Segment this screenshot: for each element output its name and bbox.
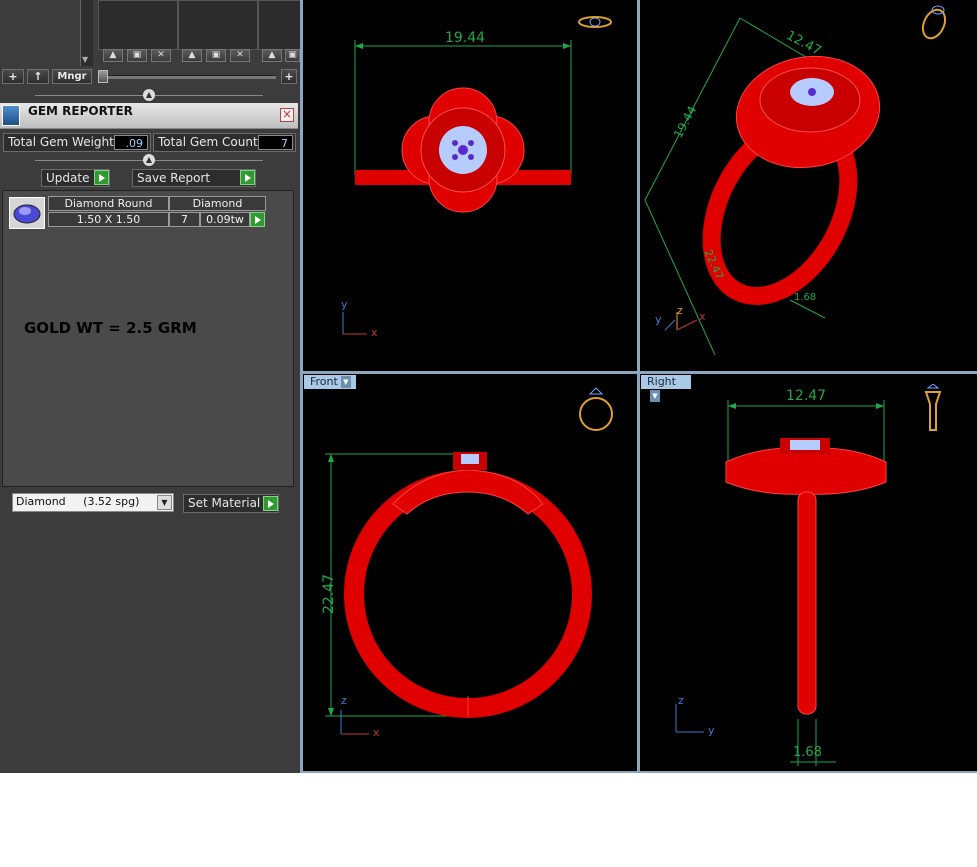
slider-handle[interactable] <box>98 70 108 83</box>
move-up-icon-3[interactable]: ▲ <box>262 49 282 62</box>
zoom-slider[interactable] <box>98 69 278 84</box>
left-panel: ▼ ▲ ▣ ✕ ▲ ▣ ✕ ▲ ▣ + ↑ Mngr + ▲ GEM REPOR… <box>0 0 302 773</box>
swatch-panel-1 <box>98 0 178 50</box>
save-report-go-icon[interactable] <box>240 170 255 185</box>
swatch-panel-2 <box>178 0 258 50</box>
axis-x-label: x <box>373 726 380 739</box>
chevron-down-icon[interactable]: ▼ <box>650 390 660 402</box>
scroll-down-icon[interactable]: ▼ <box>82 56 90 64</box>
move-up-icon[interactable]: ▲ <box>103 49 123 62</box>
axis-y-label: y <box>708 724 715 737</box>
add-button[interactable]: + <box>2 69 24 84</box>
set-material-go-icon[interactable] <box>263 496 278 511</box>
up-arrow-button[interactable]: ↑ <box>27 69 49 84</box>
cell-size: 1.50 X 1.50 <box>48 212 169 227</box>
axis-z-label: z <box>677 304 683 317</box>
top-view-drawing <box>342 40 572 335</box>
ring-top-icon[interactable] <box>577 14 613 30</box>
delete-icon-2[interactable]: ✕ <box>230 49 250 62</box>
top-dimension-label: 19.44 <box>445 30 486 46</box>
ring-perspective-icon[interactable] <box>918 0 950 42</box>
material-select[interactable]: Diamond (3.52 spg) ▼ <box>12 493 174 512</box>
close-icon[interactable]: × <box>280 108 294 122</box>
front-view-tab[interactable]: Front ▼ <box>304 375 356 389</box>
round-diamond-icon <box>13 204 41 224</box>
save-icon-3[interactable]: ▣ <box>285 49 300 62</box>
save-icon[interactable]: ▣ <box>127 49 147 62</box>
manager-button[interactable]: Mngr <box>52 69 92 84</box>
viewport-right[interactable]: Right ▼ 12.47 1.68 z y <box>640 374 977 771</box>
row-go-icon[interactable] <box>250 212 265 227</box>
collapse-icon[interactable]: ▲ <box>143 89 155 101</box>
right-view-tab[interactable]: Right ▼ <box>641 375 691 402</box>
chevron-down-icon[interactable]: ▼ <box>340 376 351 388</box>
col-header-material: Diamond <box>169 196 266 211</box>
material-select-value: Diamond (3.52 spg) <box>16 495 140 508</box>
swatch-panel-3 <box>258 0 302 50</box>
update-go-icon[interactable] <box>94 170 109 185</box>
right-dim-top: 12.47 <box>786 388 827 404</box>
gem-reporter-icon <box>2 105 20 126</box>
gem-thumbnail[interactable] <box>9 197 45 229</box>
move-up-icon-2[interactable]: ▲ <box>182 49 202 62</box>
ring-side-icon[interactable] <box>918 383 948 436</box>
gold-weight-note: GOLD WT = 2.5 GRM <box>24 319 197 337</box>
axis-y-label: y <box>655 313 662 326</box>
cell-count: 7 <box>169 212 200 227</box>
viewport-front[interactable]: Front ▼ 22.47 z x <box>303 374 637 771</box>
total-gem-weight-field[interactable]: .09 <box>114 135 148 150</box>
save-icon-2[interactable]: ▣ <box>206 49 226 62</box>
slider-track <box>106 75 276 79</box>
right-view-label: Right <box>647 375 676 388</box>
gem-reporter-header: GEM REPORTER × <box>0 103 298 129</box>
gem-table-area: Diamond Round Diamond 1.50 X 1.50 7 0.09… <box>2 190 294 487</box>
total-gem-count-field[interactable]: 7 <box>258 135 293 150</box>
perspective-view-drawing <box>644 17 881 356</box>
axis-x-label: x <box>699 310 706 323</box>
gem-reporter-title: GEM REPORTER <box>28 104 133 118</box>
axis-z-label: z <box>678 694 684 707</box>
save-report-button[interactable]: Save Report <box>132 169 256 187</box>
collapse-icon-2[interactable]: ▲ <box>143 154 155 166</box>
col-header-shape: Diamond Round <box>48 196 169 211</box>
cell-weight: 0.09tw <box>200 212 250 227</box>
chevron-down-icon[interactable]: ▼ <box>157 495 172 510</box>
front-view-label: Front <box>310 375 338 388</box>
ring-front-icon[interactable] <box>576 384 616 436</box>
right-dim-bottom: 1.68 <box>793 745 822 760</box>
axis-y-label: y <box>341 298 348 311</box>
slider-add-button[interactable]: + <box>281 69 297 84</box>
persp-dim-d: 1.68 <box>794 292 817 303</box>
front-dimension-label: 22.47 <box>321 573 338 615</box>
viewport-perspective[interactable]: 12.47 19.44 22.47 1.68 y z x <box>640 0 977 371</box>
delete-icon[interactable]: ✕ <box>151 49 171 62</box>
axis-x-label: x <box>371 326 378 339</box>
axis-z-label: z <box>341 694 347 707</box>
viewport-top[interactable]: 19.44 y x <box>303 0 637 371</box>
